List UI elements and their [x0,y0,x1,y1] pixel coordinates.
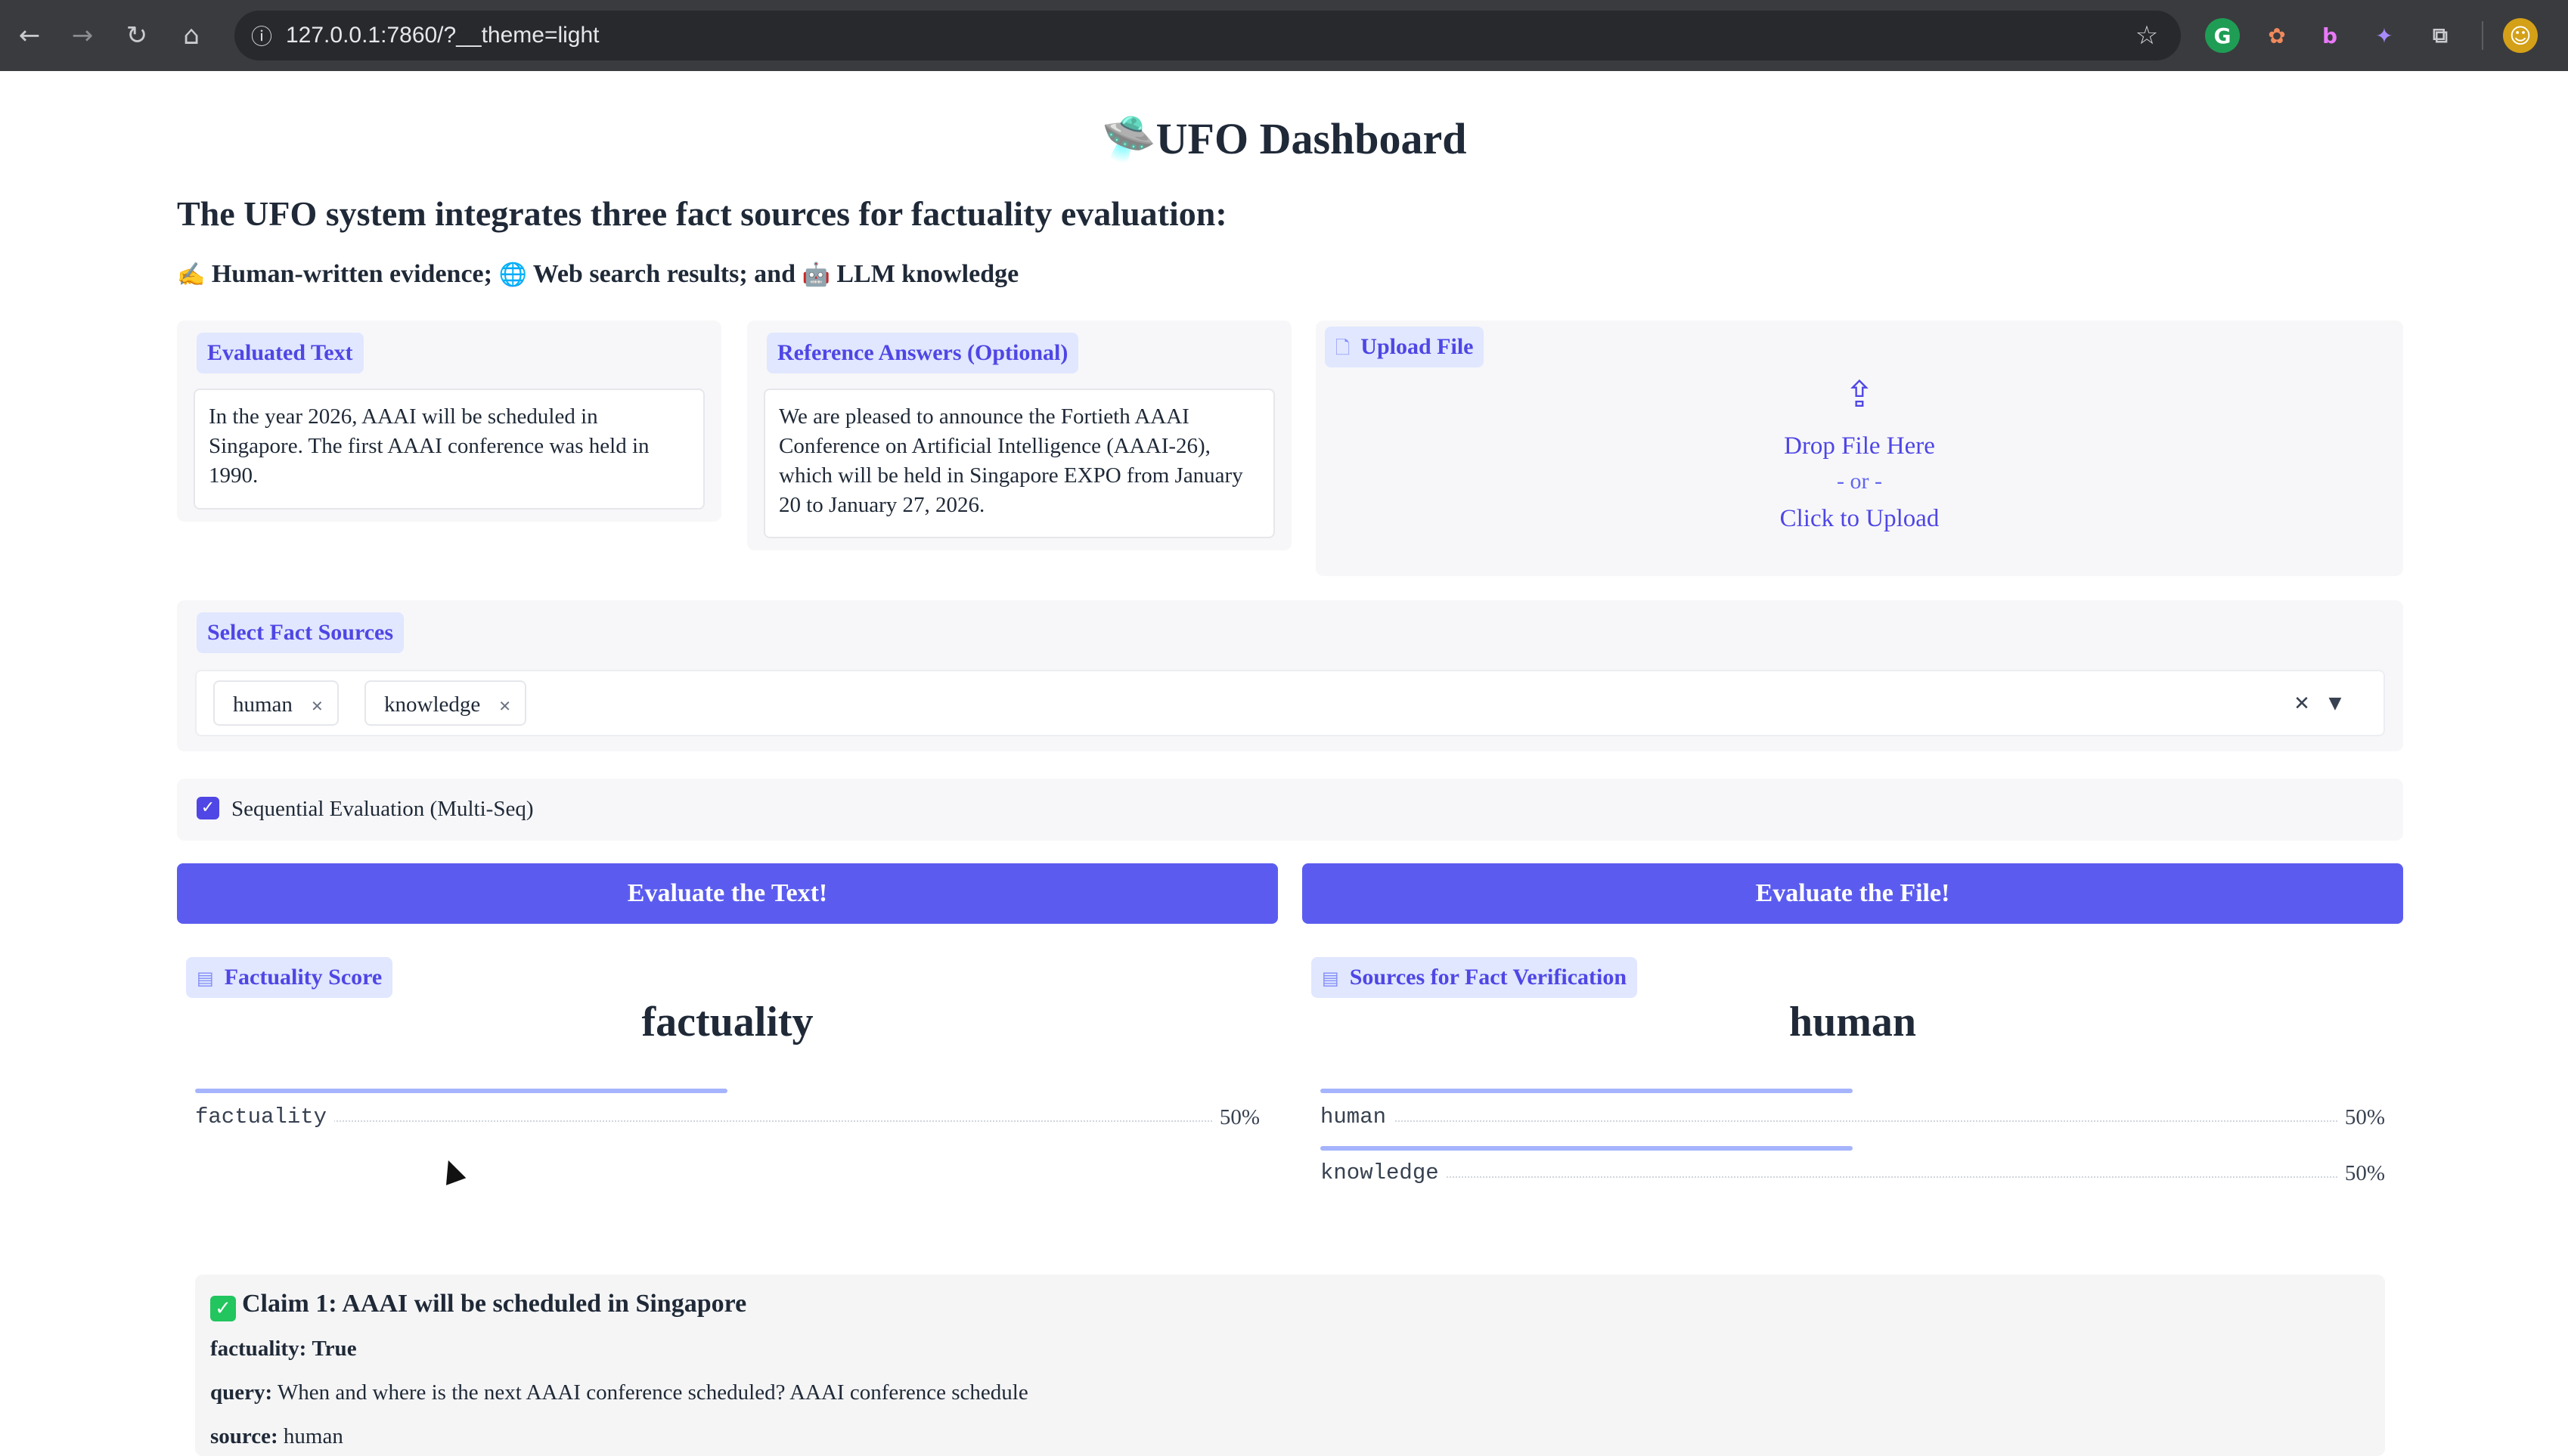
sequential-option: ✓ Sequential Evaluation (Multi-Seq) [177,779,2403,841]
claim-query-label: query: [210,1380,273,1405]
grammarly-icon[interactable]: G [2205,18,2240,53]
human-bar [1320,1089,1853,1093]
remove-token-icon[interactable]: ✕ [498,697,511,715]
upload-icon: ⇪ [1844,373,1875,416]
puzzle-icon[interactable]: ⧉ [2423,18,2458,53]
claim-card: ✓ Claim 1: AAAI will be scheduled in Sing… [195,1275,2385,1456]
address-bar[interactable]: ⓘ 127.0.0.1:7860/?__theme=light ☆ [234,11,2181,60]
evaluate-file-button[interactable]: Evaluate the File! [1302,863,2403,924]
upload-dropzone[interactable]: ⇪ Drop File Here - or - Click to Upload [1316,321,2403,576]
page-title: 🛸UFO Dashboard [1101,114,1467,163]
factuality-score-panel: ▤ Factuality Score factuality factuality … [177,946,1278,1149]
toolbar-divider [2482,21,2483,50]
remove-token-icon[interactable]: ✕ [311,697,324,715]
reference-panel: Reference Answers (Optional) We are plea… [747,321,1292,550]
row-name: factuality [195,1102,335,1132]
url-text[interactable]: 127.0.0.1:7860/?__theme=light [286,11,600,60]
factuality-bar [195,1089,727,1093]
sequential-label[interactable]: Sequential Evaluation (Multi-Seq) [231,794,533,824]
claim-title-text: Claim 1: AAAI will be scheduled in Singa… [242,1290,747,1318]
sources-line: ✍️ Human-written evidence; 🌐 Web search … [177,260,1019,289]
reference-input[interactable]: We are pleased to announce the Fortieth … [764,389,1275,538]
row-dots [195,1120,1260,1122]
writing-hand-icon: ✍️ [177,262,206,288]
row-name: knowledge [1320,1158,1447,1188]
sources-verification-panel: ▤ Sources for Fact Verification human hum… [1302,946,2403,1204]
home-icon[interactable]: ⌂ [172,17,210,54]
claim-source-label: source: [210,1424,278,1448]
sources-verification-label-text: Sources for Fact Verification [1349,965,1627,990]
evaluated-text-label: Evaluated Text [197,333,364,373]
extension-icon[interactable]: ✦ [2367,18,2402,53]
reload-icon[interactable]: ↻ [118,17,156,54]
check-mark-icon: ✓ [210,1296,236,1321]
human-row: human 50% [1320,1102,2385,1132]
evaluated-text-input[interactable]: In the year 2026, AAAI will be scheduled… [194,389,705,510]
row-dots [1320,1176,2385,1178]
row-percent: 50% [2337,1158,2385,1188]
or-text: - or - [1837,469,1882,494]
claim-query: query: When and where is the next AAAI c… [210,1380,1028,1405]
back-icon[interactable]: ← [11,17,48,54]
claim-source-value: human [283,1424,343,1448]
factuality-score-label-text: Factuality Score [224,965,383,990]
human-source-text: Human-written evidence; [211,260,492,288]
row-percent: 50% [1211,1102,1260,1132]
claim-source: source: human [210,1424,343,1449]
sources-top-label: human [1788,999,1917,1046]
sequential-checkbox[interactable]: ✓ [197,797,219,819]
clear-icon[interactable]: ✕ [2285,685,2318,723]
claim-factuality: factuality: True [210,1337,357,1362]
extension-icon[interactable]: ✿ [2259,18,2294,53]
web-source-text: Web search results; and [532,260,796,288]
factuality-score-label: ▤ Factuality Score [186,957,393,998]
info-icon[interactable]: ⓘ [245,19,278,52]
page-subtitle: The UFO system integrates three fact sou… [177,194,1227,233]
chart-icon: ▤ [1322,968,1339,989]
reference-label: Reference Answers (Optional) [767,333,1079,373]
token-label: human [233,692,293,717]
claim-factuality-label: factuality: [210,1337,307,1361]
globe-icon: 🌐 [498,262,527,288]
mouse-cursor [438,1157,467,1185]
evaluate-text-button[interactable]: Evaluate the Text! [177,863,1278,924]
row-dots [1320,1120,2385,1122]
factuality-top-label: factuality [641,999,814,1046]
source-token-human: human ✕ [213,680,339,726]
token-label: knowledge [384,692,481,717]
llm-source-text: LLM knowledge [836,260,1019,288]
claim-query-value: When and where is the next AAAI conferen… [277,1380,1028,1405]
knowledge-bar [1320,1146,1853,1151]
star-icon[interactable]: ☆ [2128,17,2166,54]
click-to-upload-text[interactable]: Click to Upload [1316,505,2403,533]
chart-icon: ▤ [197,968,214,989]
claim-factuality-value: True [312,1337,357,1361]
browser-toolbar: ← → ↻ ⌂ ⓘ 127.0.0.1:7860/?__theme=light … [0,0,2568,71]
source-token-knowledge: knowledge ✕ [364,680,527,726]
knowledge-row: knowledge 50% [1320,1158,2385,1188]
forward-icon[interactable]: → [64,17,101,54]
chevron-down-icon[interactable]: ▼ [2320,685,2350,723]
drop-file-text: Drop File Here [1784,432,1935,460]
fact-sources-dropdown[interactable]: human ✕ knowledge ✕ ✕ ▼ [195,670,2385,736]
bing-icon[interactable]: b [2312,18,2347,53]
evaluated-text-panel: Evaluated Text In the year 2026, AAAI wi… [177,321,721,522]
fact-sources-label: Select Fact Sources [197,612,405,653]
robot-icon: 🤖 [802,262,830,288]
claim-title: ✓ Claim 1: AAAI will be scheduled in Sing… [210,1290,746,1321]
sources-verification-label: ▤ Sources for Fact Verification [1311,957,1638,998]
profile-icon[interactable]: ☺ [2503,18,2538,53]
row-percent: 50% [2337,1102,2385,1132]
row-name: human [1320,1102,1394,1132]
factuality-row: factuality 50% [195,1102,1260,1132]
